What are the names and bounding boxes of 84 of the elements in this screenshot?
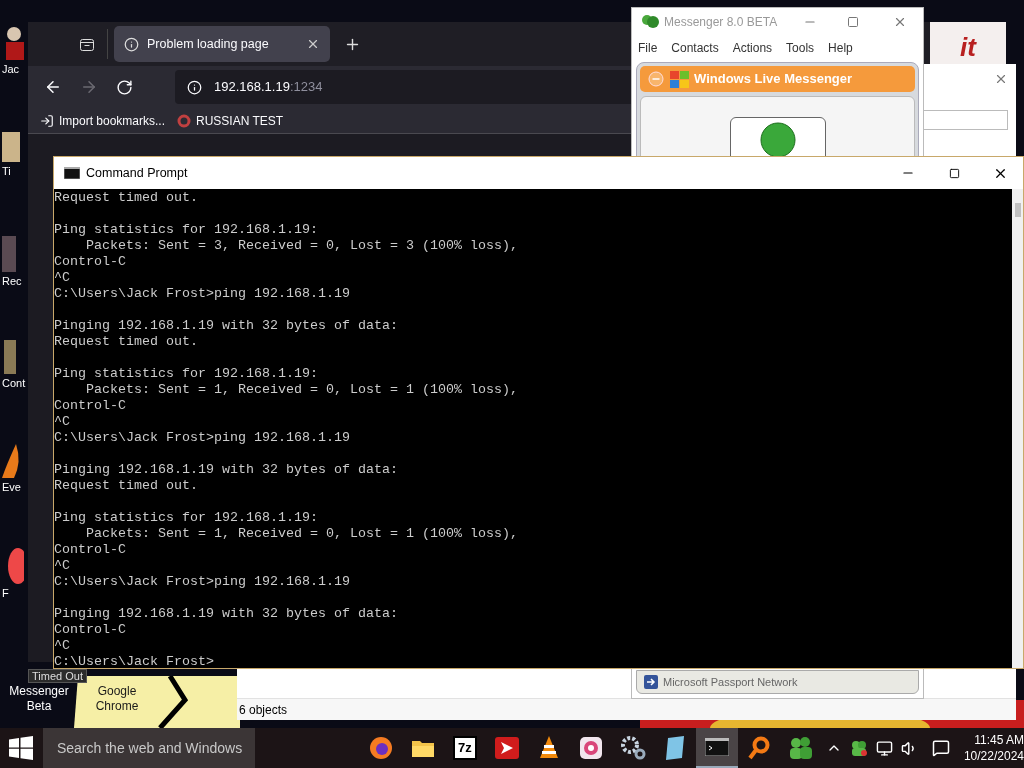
- console-line: Request timed out.: [54, 478, 198, 494]
- console-line: Packets: Sent = 1, Received = 0, Lost = 1 (100% loss),: [85, 382, 518, 398]
- close-icon[interactable]: [306, 37, 320, 51]
- scrollbar[interactable]: [1012, 189, 1023, 668]
- desktop-icon-label[interactable]: Cont: [2, 376, 26, 390]
- archive-app-icon: 7z: [453, 736, 477, 760]
- menu-item[interactable]: Contacts: [671, 39, 719, 57]
- bookmark[interactable]: RUSSIAN TEST: [177, 111, 288, 130]
- console-line: Pinging 192.168.1.19 with 32 bytes of data:: [54, 318, 398, 334]
- windows-icon: [9, 736, 34, 760]
- window-title: Command Prompt: [86, 164, 189, 182]
- flag-icon: [668, 70, 690, 88]
- title-banner: Windows Live Messenger: [640, 66, 915, 92]
- terminal-icon: [64, 167, 80, 179]
- console-line: Ping statistics for 192.168.1.19:: [54, 510, 318, 526]
- people-icon: [787, 736, 814, 760]
- desktop-icon-label[interactable]: Messenger Beta: [4, 684, 74, 714]
- folder-icon: [410, 738, 435, 758]
- people-icon[interactable]: [849, 739, 868, 757]
- passport-bar[interactable]: Microsoft Passport Network: [636, 670, 919, 694]
- tab-list-icon[interactable]: [79, 36, 95, 52]
- info-icon: [187, 79, 202, 95]
- status-button[interactable]: [729, 117, 826, 157]
- desktop-icon-label[interactable]: F: [2, 586, 9, 600]
- tooltip: Timed Out: [28, 669, 87, 683]
- taskbar-app[interactable]: 7z: [443, 728, 486, 768]
- console-line: ^C: [54, 638, 70, 654]
- console-line: ^C: [54, 270, 70, 286]
- console-line: C:\Users\Jack Frost>: [54, 654, 214, 668]
- ring-icon: [177, 113, 192, 128]
- console-line: C:\Users\Jack Frost>ping 192.168.1.19: [54, 574, 350, 590]
- status-text: 6 objects: [239, 701, 288, 719]
- notification-icon[interactable]: [931, 739, 950, 757]
- menu-item[interactable]: Tools: [786, 39, 815, 57]
- arrow-app-icon: [494, 737, 519, 759]
- console-line: Pinging 192.168.1.19 with 32 bytes of data:: [54, 606, 398, 622]
- menu-item[interactable]: Help: [828, 39, 853, 57]
- status-orb-icon: [759, 122, 796, 158]
- bookmark[interactable]: Import bookmarks...: [40, 111, 170, 130]
- console-line: ^C: [54, 414, 70, 430]
- maximize-icon[interactable]: [847, 16, 859, 28]
- reload-icon[interactable]: [116, 78, 133, 96]
- close-icon[interactable]: [893, 15, 907, 29]
- traffic-cone-icon: [537, 736, 560, 760]
- console-line: Pinging 192.168.1.19 with 32 bytes of data:: [54, 462, 398, 478]
- magnifier-icon: [747, 736, 770, 760]
- clock[interactable]: 11:45 AM 10/22/2024: [963, 732, 1024, 764]
- desktop-icon-label[interactable]: Ti: [2, 164, 11, 178]
- maximize-icon: [948, 167, 960, 179]
- file-icon: [0, 130, 20, 164]
- console-line: Control-C: [54, 622, 126, 638]
- browser-tab[interactable]: Problem loading page: [114, 26, 330, 62]
- console-line: Ping statistics for 192.168.1.19:: [54, 366, 318, 382]
- window-title: Messenger 8.0 BETA: [664, 14, 779, 31]
- fox-globe-icon: [368, 736, 393, 760]
- people-icon: [640, 14, 660, 30]
- info-icon: [124, 36, 139, 52]
- desktop-icon-label[interactable]: Eve: [2, 480, 21, 494]
- back-icon[interactable]: [44, 78, 62, 96]
- console-line: C:\Users\Jack Frost>ping 192.168.1.19: [54, 286, 350, 302]
- console-line: Request timed out.: [54, 190, 198, 206]
- console-line: Ping statistics for 192.168.1.19:: [54, 222, 318, 238]
- console-line: Packets: Sent = 3, Received = 0, Lost = 3 (100% loss),: [85, 238, 518, 254]
- import-icon: [40, 113, 54, 128]
- gear-icon: [619, 736, 646, 760]
- console-line: Control-C: [54, 254, 126, 270]
- console-line: Control-C: [54, 398, 126, 414]
- console-line: Control-C: [54, 542, 126, 558]
- logo-text: it: [960, 32, 976, 62]
- console-line: C:\Users\Jack Frost>ping 192.168.1.19: [54, 430, 350, 446]
- console-line: ^C: [54, 558, 70, 574]
- desktop-icon-label[interactable]: Rec: [2, 274, 22, 288]
- passport-icon: [643, 674, 659, 690]
- desktop-icon-label[interactable]: Jac: [2, 62, 20, 76]
- terminal-icon: [704, 738, 729, 756]
- console-line: Packets: Sent = 1, Received = 0, Lost = 1 (100% loss),: [85, 526, 518, 542]
- console-line: Request timed out.: [54, 334, 198, 350]
- menu-item[interactable]: Actions: [732, 39, 773, 57]
- close-icon[interactable]: [994, 72, 1008, 86]
- flower-icon: [579, 737, 602, 759]
- network-icon[interactable]: [875, 739, 893, 757]
- search-field[interactable]: Search the web and Windows: [42, 728, 255, 768]
- taskbar-app[interactable]: [695, 728, 738, 768]
- menu-item[interactable]: File: [638, 39, 658, 57]
